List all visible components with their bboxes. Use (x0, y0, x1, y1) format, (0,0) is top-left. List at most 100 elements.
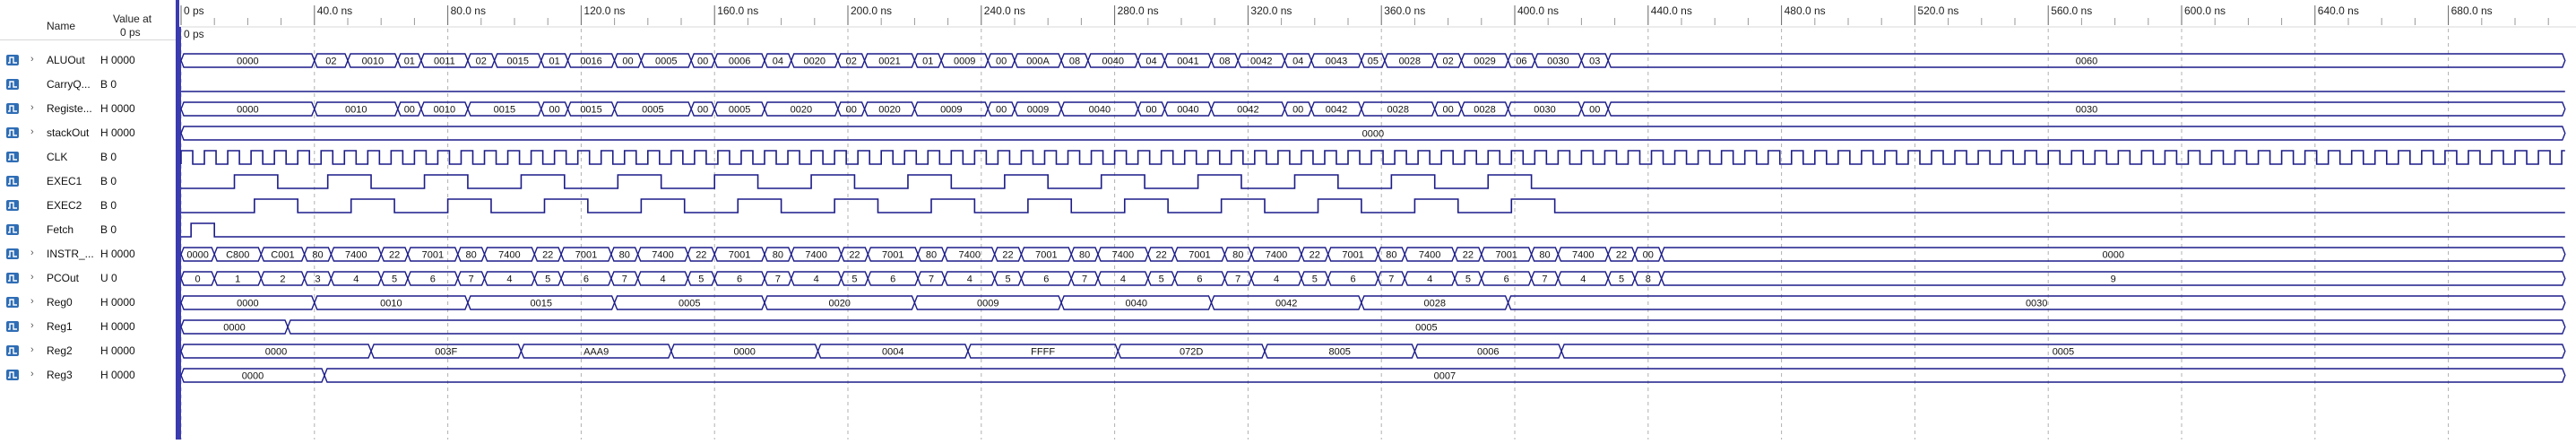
signal-row[interactable]: › Registe... H 0000 (0, 97, 176, 121)
expand-chevron-icon[interactable]: › (30, 272, 34, 283)
bus-value-label: 9 (2111, 274, 2116, 285)
bus-value-label: AAA9 (583, 347, 609, 358)
ruler-tick-label: 240.0 ns (984, 4, 1025, 17)
expand-chevron-icon[interactable]: › (30, 54, 34, 65)
bus-value-label: 00 (622, 57, 633, 67)
waveform-row[interactable]: 0000 0010 0015 0005 0020 0009 0040 0042 0028 0030 (180, 295, 2566, 310)
signal-row[interactable]: CLK B 0 (0, 145, 176, 170)
bus-value-label: 0042 (1326, 105, 1347, 116)
signal-row[interactable]: Fetch B 0 (0, 218, 176, 242)
bus-value-label: 80 (1386, 250, 1396, 261)
bus-value-label: 5 (1465, 274, 1471, 285)
waveform-row[interactable] (181, 198, 2565, 213)
signal-row[interactable]: › Reg1 H 0000 (0, 315, 176, 339)
signal-name: Reg0 (47, 296, 73, 309)
bus-value-label: 05 (1368, 57, 1379, 67)
bus-value-label: C001 (271, 250, 294, 261)
bus-value-label: 6 (583, 274, 589, 285)
waveform-row[interactable]: 0 1 2 3 4 5 6 7 4 5 6 7 4 5 6 7 4 5 6 7 4 5 6 7 4 5 6 7 4 5 6 7 4 5 6 7 4 5 8 9 (180, 271, 2566, 286)
ruler-tick-label: 400.0 ns (1517, 4, 1559, 17)
signal-row[interactable]: CarryQ... B 0 (0, 73, 176, 97)
signal-wave-icon (6, 273, 19, 283)
ruler-tick-label: 640.0 ns (2318, 4, 2359, 17)
expand-chevron-icon[interactable]: › (30, 102, 34, 113)
signal-row[interactable]: EXEC2 B 0 (0, 194, 176, 218)
signal-row[interactable]: › PCOut U 0 (0, 266, 176, 291)
bus-value-label: 0041 (1177, 57, 1198, 67)
bus-value-label: 5 (1005, 274, 1010, 285)
waveform-canvas[interactable]: 0 ps 40.0 ns 80.0 ns 120.0 ns 160.0 ns 200.0 … (179, 0, 2576, 440)
waveform-row[interactable]: 0000 0005 (180, 319, 2566, 335)
bus-value-label: 0042 (1275, 299, 1297, 309)
ruler-tick-label: 680.0 ns (2451, 4, 2493, 17)
signal-row[interactable]: › Reg2 H 0000 (0, 339, 176, 363)
signal-row[interactable]: › stackOut H 0000 (0, 121, 176, 145)
expand-chevron-icon[interactable]: › (30, 369, 34, 379)
expand-chevron-icon[interactable]: › (30, 320, 34, 331)
bus-value-label: 00 (1145, 105, 1156, 116)
expand-chevron-icon[interactable]: › (30, 248, 34, 258)
bus-value-label: 0000 (1362, 129, 1384, 140)
expand-chevron-icon[interactable]: › (30, 296, 34, 307)
signal-row[interactable]: › ALUOut H 0000 (0, 48, 176, 73)
bus-value-label: 003F (435, 347, 457, 358)
waveform-row[interactable]: 0000 0007 (180, 368, 2566, 383)
bus-value-label: 7001 (575, 250, 597, 261)
bus-value-label: 0000 (223, 323, 245, 334)
bus-value-label: 0016 (580, 57, 601, 67)
bus-value-label: 00 (404, 105, 415, 116)
bus-value-label: 0009 (954, 57, 975, 67)
signal-row[interactable]: › Reg3 H 0000 (0, 363, 176, 387)
value-column-header[interactable]: Value at (113, 13, 151, 26)
bus-value-label: 0028 (1423, 299, 1445, 309)
bus-value-label: 80 (1079, 250, 1090, 261)
timeline-ruler[interactable]: 0 ps 40.0 ns 80.0 ns 120.0 ns 160.0 ns 200.0 … (179, 4, 2576, 440)
bus-value-label: 6 (430, 274, 436, 285)
bus-value-label: 4 (353, 274, 359, 285)
waveform-row[interactable] (180, 150, 2565, 165)
expand-chevron-icon[interactable]: › (30, 344, 34, 355)
bus-value-label: 0006 (729, 57, 750, 67)
waveform-row[interactable]: 0000 02 0010 01 0011 02 0015 01 0016 00 0005 00 0006… (180, 53, 2566, 68)
bus-value-label: 0060 (2076, 57, 2097, 67)
waveform-row[interactable]: 0000 C800 C001 80 7400 22 7001 80 7400 22 7001 80 74… (180, 247, 2566, 262)
bus-value-label: 7400 (345, 250, 367, 261)
bus-value-label: 0021 (878, 57, 900, 67)
bus-value-label: 5 (545, 274, 550, 285)
bus-value-label: 0040 (1126, 299, 1147, 309)
ruler-tick-label: 40.0 ns (317, 4, 352, 17)
waveform-row[interactable] (181, 222, 2565, 238)
expand-chevron-icon[interactable]: › (30, 126, 34, 137)
ruler-tick-label: 0 ps (184, 4, 204, 17)
bus-value-label: 04 (773, 57, 783, 67)
signal-row[interactable]: › Reg0 H 0000 (0, 291, 176, 315)
signal-value: U 0 (100, 272, 117, 284)
name-column-header[interactable]: Name (47, 20, 75, 33)
signal-value: H 0000 (100, 369, 135, 381)
bus-value-label: 4 (660, 274, 665, 285)
bus-value-label: 22 (1310, 250, 1320, 261)
bus-value-label: 0010 (380, 299, 402, 309)
bus-value-label: 7001 (882, 250, 903, 261)
signal-value: H 0000 (100, 296, 135, 309)
bus-value-label: FFFF (1031, 347, 1055, 358)
bus-value-label: 7 (775, 274, 781, 285)
waveform-row[interactable]: 0000 (180, 126, 2566, 141)
bus-value-label: C800 (226, 250, 249, 261)
bus-value-label: 0010 (345, 105, 367, 116)
bus-value-label: 0042 (1237, 105, 1258, 116)
waveform-row[interactable]: 0000 003F AAA9 0000 0004 FFFF 072D 8005 0006 0005 (180, 344, 2566, 359)
waveform-area[interactable]: 0 ps 40.0 ns 80.0 ns 120.0 ns 160.0 ns 200.0 … (179, 0, 2576, 440)
signal-value: H 0000 (100, 54, 135, 66)
bus-value-label: 0015 (580, 105, 601, 116)
signal-row[interactable]: EXEC1 B 0 (0, 170, 176, 194)
signal-wave-icon (6, 345, 19, 356)
signal-name: ALUOut (47, 54, 85, 66)
bus-value-label: 0004 (882, 347, 903, 358)
bus-value-label: 04 (1292, 57, 1303, 67)
signal-row[interactable]: › INSTR_... H 0000 (0, 242, 176, 266)
bus-value-label: 7001 (1189, 250, 1210, 261)
waveform-row[interactable]: 0000 0010 00 0010 0015 00 0015 0005 00 0005 0020 00… (180, 101, 2566, 117)
signal-value: B 0 (100, 151, 117, 163)
waveform-row[interactable] (181, 174, 2565, 189)
